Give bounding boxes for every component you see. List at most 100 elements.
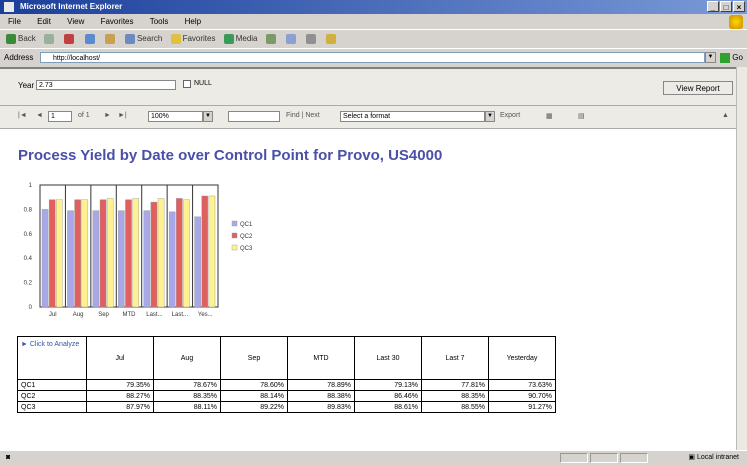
x-tick-label: Last... [172,312,189,318]
refresh-report-icon[interactable]: ▦ [546,112,553,120]
null-checkbox[interactable] [183,80,191,88]
bar-qc3 [208,195,216,308]
bar-qc2 [99,199,107,308]
find-input[interactable] [228,111,280,122]
page-number-input[interactable]: 1 [48,111,72,122]
x-tick-label: Yes... [198,312,213,318]
close-button[interactable]: × [733,1,745,12]
click-to-analyze-link[interactable]: ► Click to Analyze [17,336,87,380]
table-cell: 89.22% [220,401,288,413]
bar-qc3 [81,199,89,308]
table-cell: 78.67% [153,379,221,391]
y-tick-label: 0.6 [24,232,33,238]
status-segment [620,453,648,463]
find-next-link[interactable]: Find | Next [286,112,320,119]
bar-qc1 [168,211,176,308]
row-label: QC2 [17,390,87,402]
y-tick-label: 0.4 [24,256,33,262]
refresh-button[interactable] [84,30,97,48]
parameter-bar: Year 2.73 NULL View Report [0,69,747,106]
format-dropdown-icon[interactable]: ▼ [485,111,495,122]
vertical-scrollbar[interactable] [736,67,747,450]
year-input[interactable]: 2.73 [36,80,176,90]
menu-file[interactable]: File [8,17,21,26]
mail-button[interactable] [285,30,298,48]
address-input[interactable]: http://localhost/ [40,52,705,63]
windows-logo-icon [729,15,743,29]
bar-qc3 [157,198,165,308]
zoom-dropdown-icon[interactable]: ▼ [203,111,213,122]
media-button[interactable]: Media [223,30,258,48]
y-tick-label: 0.2 [24,281,33,287]
export-format-select[interactable]: Select a format [340,111,485,122]
maximize-button[interactable]: □ [720,1,732,12]
page-count: of 1 [78,112,90,119]
row-label: QC1 [17,379,87,391]
x-tick-label: Aug [73,312,84,318]
back-button[interactable]: Back [6,30,36,48]
minimize-button[interactable]: _ [707,1,719,12]
bar-qc1 [67,210,74,308]
address-dropdown-icon[interactable]: ▼ [705,52,716,63]
x-tick-label: MTD [123,312,137,318]
refresh-icon [84,33,95,44]
bar-qc1 [118,210,125,308]
bar-qc2 [48,199,56,308]
menu-tools[interactable]: Tools [150,17,169,26]
null-label: NULL [194,80,212,87]
column-header: Yesterday [488,336,556,380]
x-tick-label: Last... [146,312,163,318]
history-button[interactable] [265,30,278,48]
table-cell: 88.55% [421,401,489,413]
ie-icon [4,2,14,12]
table-row: QC3 87.97% 88.11% 89.22% 89.83% 88.61% 88.55% 9… [17,401,556,413]
print-button[interactable] [306,30,318,48]
print-report-icon[interactable]: ▤ [578,112,585,120]
help-icon[interactable]: ▲ [722,112,729,119]
stop-icon [64,33,75,44]
prev-page-icon[interactable]: ◄ [36,112,43,119]
report-title: Process Yield by Date over Control Point… [18,147,443,164]
report-toolbar: |◄ ◄ 1 of 1 ► ►| 100% ▼ Find | Next Sele… [0,106,747,129]
menu-favorites[interactable]: Favorites [101,17,134,26]
year-label: Year [18,81,35,90]
go-button[interactable]: Go [720,49,743,67]
print-icon [306,33,317,44]
table-body: QC1 79.35% 78.67% 78.60% 78.89% 79.13% 77.81% 7… [17,379,556,413]
search-button[interactable]: Search [124,30,162,48]
view-report-button[interactable]: View Report [663,81,733,95]
edit-button[interactable] [326,30,338,48]
first-page-icon[interactable]: |◄ [18,112,27,119]
bar-qc2 [74,199,81,308]
last-page-icon[interactable]: ►| [118,112,127,119]
legend-label: QC2 [240,234,253,240]
edit-icon [326,33,337,44]
yield-table: ► Click to Analyze Jul Aug Sep MTD Last 30 Las… [17,336,556,413]
home-button[interactable] [104,30,117,48]
zoom-select[interactable]: 100% [148,111,203,122]
favorites-button[interactable]: Favorites [170,30,215,48]
column-header: Aug [153,336,221,380]
menu-edit[interactable]: Edit [37,17,51,26]
forward-button[interactable] [44,30,56,48]
menu-bar: File Edit View Favorites Tools Help [0,15,747,28]
bar-qc1 [143,210,151,308]
history-icon [265,33,276,44]
y-tick-label: 1 [29,183,33,189]
stop-button[interactable] [64,30,76,48]
bar-qc2 [125,199,132,308]
column-header: Last 30 [354,336,422,380]
y-tick-label: 0 [29,305,33,311]
bar-qc1 [92,210,100,308]
menu-help[interactable]: Help [185,17,201,26]
menu-view[interactable]: View [67,17,84,26]
legend-label: QC1 [240,222,253,228]
window-title: Microsoft Internet Explorer [20,2,123,11]
next-page-icon[interactable]: ► [104,112,111,119]
bar-qc3 [56,199,63,308]
page-content: Year 2.73 NULL View Report |◄ ◄ 1 of 1 ►… [0,67,747,450]
export-link[interactable]: Export [500,112,520,119]
intranet-icon: ▣ [688,454,696,461]
bar-qc3 [183,199,190,308]
table-cell: 91.27% [488,401,556,413]
